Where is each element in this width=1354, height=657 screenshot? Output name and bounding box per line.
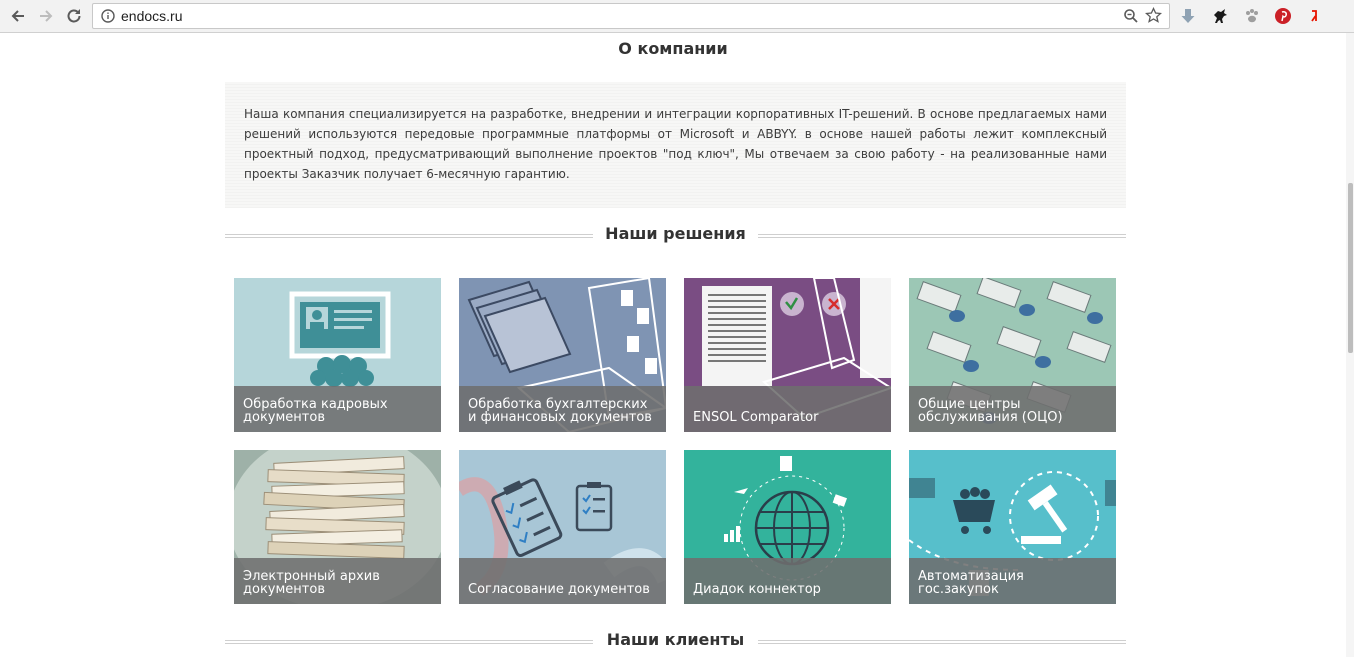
browser-toolbar: endocs.ru	[0, 0, 1354, 33]
tile-caption: ENSOL Comparator	[684, 386, 891, 432]
address-bar[interactable]: endocs.ru	[92, 3, 1170, 29]
zoom-icon[interactable]	[1123, 8, 1139, 24]
arrow-right-icon	[40, 10, 53, 22]
tile-label: Общие центры обслуживания (ОЦО)	[918, 397, 1063, 425]
solution-tile-hr-documents[interactable]: Обработка кадровых документов	[234, 278, 441, 432]
forward-button[interactable]	[34, 4, 58, 28]
solution-tile-diadoc-connector[interactable]: Диадок коннектор	[684, 450, 891, 604]
tile-label: ENSOL Comparator	[693, 410, 819, 425]
yandex-icon[interactable]	[1305, 6, 1325, 26]
download-arrow-icon[interactable]	[1178, 6, 1198, 26]
paw-icon[interactable]	[1242, 6, 1262, 26]
reload-icon	[67, 9, 81, 23]
divider-line	[758, 640, 1126, 644]
about-text: Наша компания специализируется на разраб…	[244, 107, 1107, 181]
tile-label: Согласование документов	[468, 582, 650, 597]
scrollbar-thumb[interactable]	[1348, 183, 1353, 353]
tile-caption: Обработка бухгалтерских и финансовых док…	[459, 386, 666, 432]
tile-label: Диадок коннектор	[693, 582, 821, 597]
page-content: О компании Наша компания специализируетс…	[0, 34, 1346, 657]
star-icon[interactable]	[1145, 7, 1162, 24]
tile-caption: Согласование документов	[459, 558, 666, 604]
horse-icon[interactable]	[1210, 6, 1230, 26]
solution-tile-shared-service-centers[interactable]: Общие центры обслуживания (ОЦО)	[909, 278, 1116, 432]
url-text[interactable]: endocs.ru	[121, 8, 182, 24]
tile-caption: Диадок коннектор	[684, 558, 891, 604]
divider-line	[758, 234, 1126, 238]
tile-label: Обработка бухгалтерских и финансовых док…	[468, 397, 652, 425]
about-title: О компании	[618, 39, 728, 58]
pinterest-icon[interactable]	[1273, 6, 1293, 26]
solution-tile-document-approval[interactable]: Согласование документов	[459, 450, 666, 604]
tile-caption: Обработка кадровых документов	[234, 386, 441, 432]
tile-caption: Автоматизация гос.закупок	[909, 558, 1116, 604]
solution-tile-public-procurement[interactable]: Автоматизация гос.закупок	[909, 450, 1116, 604]
clients-heading: Наши клиенты	[225, 630, 1126, 652]
tile-label: Электронный архив документов	[243, 569, 380, 597]
arrow-left-icon	[11, 10, 24, 22]
solution-tile-accounting-documents[interactable]: Обработка бухгалтерских и финансовых док…	[459, 278, 666, 432]
back-button[interactable]	[6, 4, 30, 28]
info-icon[interactable]	[101, 9, 115, 23]
tile-caption: Общие центры обслуживания (ОЦО)	[909, 386, 1116, 432]
tile-label: Обработка кадровых документов	[243, 397, 388, 425]
about-box: Наша компания специализируется на разраб…	[225, 82, 1126, 208]
solutions-heading: Наши решения	[225, 224, 1126, 246]
solution-tile-electronic-archive[interactable]: Электронный архив документов	[234, 450, 441, 604]
tile-label: Автоматизация гос.закупок	[918, 569, 1024, 597]
solution-tile-ensol-comparator[interactable]: ENSOL Comparator	[684, 278, 891, 432]
tile-caption: Электронный архив документов	[234, 558, 441, 604]
reload-button[interactable]	[62, 4, 86, 28]
